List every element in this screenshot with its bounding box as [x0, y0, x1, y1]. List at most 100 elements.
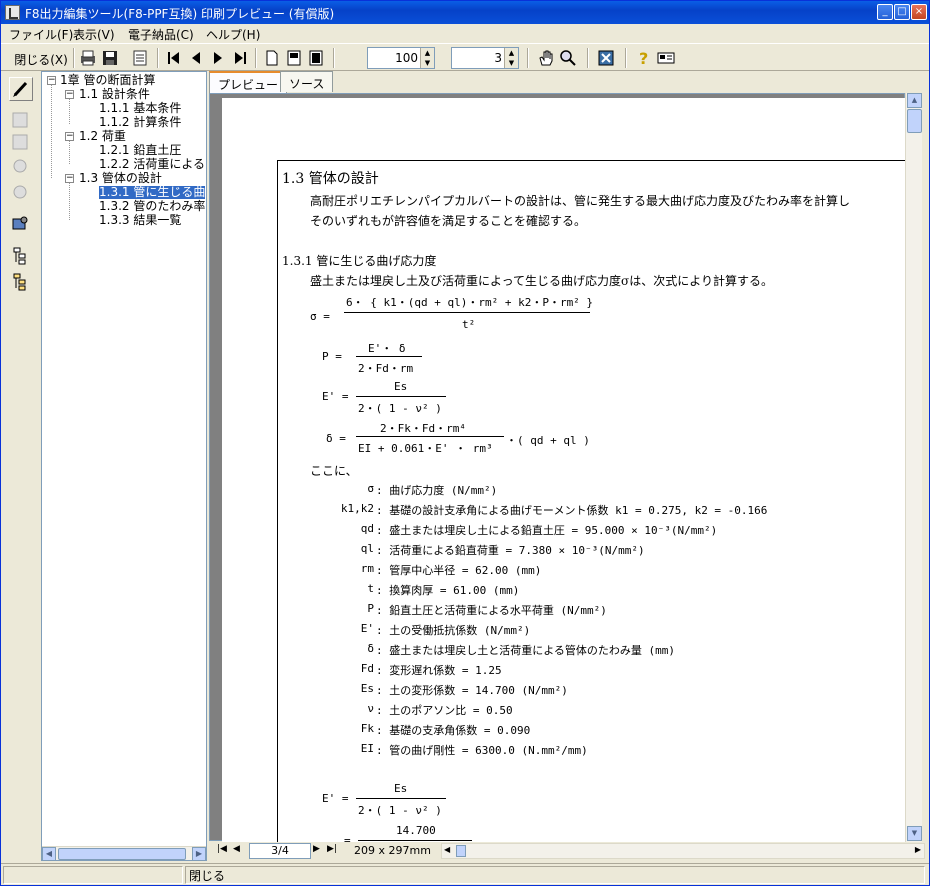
tree-item-1-1[interactable]: 1.1 設計条件 — [79, 88, 150, 101]
tool-icon — [13, 185, 27, 199]
tree-item-1-3-2[interactable]: 1.3.2 管のたわみ率 — [99, 200, 205, 213]
print-icon[interactable] — [79, 49, 97, 67]
help-icon[interactable]: ? — [635, 49, 653, 67]
scroll-thumb[interactable] — [456, 845, 466, 857]
minimize-button[interactable]: _ — [877, 4, 893, 20]
scroll-down-icon[interactable]: ▼ — [907, 826, 922, 841]
tool-button-disabled-1[interactable] — [9, 109, 33, 133]
first-page-nav-icon[interactable]: |◀ — [217, 844, 227, 854]
fraction-bar — [356, 798, 446, 799]
collapse-toggle-icon[interactable]: − — [47, 76, 56, 85]
tree-item-1-3-3[interactable]: 1.3.3 結果一覧 — [99, 214, 181, 227]
fraction-bar — [358, 840, 472, 841]
toolbar-separator — [73, 48, 75, 68]
tool-button-disabled-2[interactable] — [9, 131, 33, 155]
page-number-field[interactable]: 3/4 — [249, 843, 311, 859]
definition-text: : 盛土または埋戻し土による鉛直土圧 = 95.000 × 10⁻³(N/mm²… — [376, 524, 718, 537]
tree-view-button-1[interactable] — [9, 245, 33, 269]
tool-button-disabled-4[interactable] — [9, 181, 33, 205]
tab-preview[interactable]: プレビュー — [209, 71, 288, 93]
collapse-toggle-icon[interactable]: − — [65, 90, 74, 99]
first-page-icon[interactable] — [165, 49, 183, 67]
scroll-thumb[interactable] — [907, 109, 922, 133]
pages-value[interactable]: 3 — [494, 51, 502, 65]
spinner-arrows-icon[interactable]: ▲ ▼ — [420, 48, 434, 68]
menu-view[interactable]: 表示(V) — [73, 26, 115, 43]
previous-page-icon[interactable] — [187, 49, 205, 67]
main-window: F8出力編集ツール(F8-PPF互換) 印刷プレビュー (有償版) _ □ × … — [0, 0, 930, 886]
formula-delta-numerator: 2・Fk・Fd・rm⁴ — [380, 422, 466, 435]
spinner-arrows-icon[interactable]: ▲ ▼ — [504, 48, 518, 68]
zoom-spinner[interactable]: 100 ▲ ▼ — [367, 47, 435, 69]
collapse-toggle-icon[interactable]: − — [65, 174, 74, 183]
tree-item-1-3-1-selected[interactable]: 1.3.1 管に生じる曲 — [99, 186, 206, 199]
tab-source[interactable]: ソース — [280, 71, 334, 92]
menu-help[interactable]: ヘルプ(H) — [206, 26, 260, 43]
tree-item-1-1-2[interactable]: 1.1.2 計算条件 — [99, 116, 181, 129]
scroll-thumb[interactable] — [58, 848, 186, 860]
fit-width-icon[interactable] — [285, 49, 303, 67]
close-preview-button[interactable]: 閉じる(X) — [13, 47, 69, 69]
toolbar-separator — [333, 48, 335, 68]
definition-text: : 換算肉厚 = 61.00 (mm) — [376, 584, 520, 597]
status-cell-2 — [185, 866, 925, 884]
formula-p-numerator: E'・ δ — [368, 342, 406, 355]
save-icon[interactable] — [101, 49, 119, 67]
tree-view-button-2[interactable] — [9, 271, 33, 295]
zoom-value[interactable]: 100 — [395, 51, 418, 65]
toolbar-separator — [157, 48, 159, 68]
pages-spinner[interactable]: 3 ▲ ▼ — [451, 47, 519, 69]
formula-e2-value: 14.700 — [396, 824, 436, 837]
tree-item-1-3[interactable]: 1.3 管体の設計 — [79, 172, 162, 185]
definition-text: : 活荷重による鉛直荷重 = 7.380 × 10⁻³(N/mm²) — [376, 544, 645, 557]
preview-vertical-scrollbar[interactable]: ▲ ▼ — [905, 93, 922, 843]
scroll-right-icon[interactable]: ▶ — [915, 845, 921, 854]
tree-item-1-2[interactable]: 1.2 荷重 — [79, 130, 126, 143]
scroll-left-icon[interactable]: ◀ — [42, 847, 56, 861]
fraction-bar — [344, 312, 590, 313]
collapse-toggle-icon[interactable]: − — [65, 132, 74, 141]
preview-area[interactable]: 1.3 管体の設計 高耐圧ポリエチレンパイプカルバートの設計は、管に発生する最大… — [209, 93, 908, 850]
tool-button-5[interactable] — [9, 213, 33, 237]
edit-pen-button[interactable] — [9, 77, 33, 101]
hand-tool-icon[interactable] — [537, 49, 555, 67]
tree-item-1-1-1[interactable]: 1.1.1 基本条件 — [99, 102, 181, 115]
scroll-right-icon[interactable]: ▶ — [192, 847, 206, 861]
preview-horizontal-scrollbar[interactable]: ◀ ▶ — [441, 843, 925, 859]
tree-item-1-2-1[interactable]: 1.2.1 鉛直土圧 — [99, 144, 181, 157]
svg-text:?: ? — [639, 49, 648, 67]
tool-button-disabled-3[interactable] — [9, 155, 33, 179]
menu-electronic-delivery[interactable]: 電子納品(C) — [128, 26, 194, 43]
next-page-nav-icon[interactable]: ▶ — [313, 844, 320, 854]
last-page-icon[interactable] — [231, 49, 249, 67]
single-page-icon[interactable] — [263, 49, 281, 67]
page-paper: 1.3 管体の設計 高耐圧ポリエチレンパイプカルバートの設計は、管に発生する最大… — [222, 98, 908, 850]
section-heading: 1.3 管体の設計 — [282, 171, 379, 187]
outline-tree[interactable]: − 1章 管の断面計算 − 1.1 設計条件 1.1.1 基本条件 1.1.2 … — [41, 71, 207, 861]
status-cell-1 — [3, 866, 183, 884]
tree-item-chapter1[interactable]: 1章 管の断面計算 — [60, 74, 155, 87]
magnifier-icon[interactable] — [559, 49, 577, 67]
info-card-icon[interactable] — [657, 49, 675, 67]
maximize-button[interactable]: □ — [894, 4, 910, 20]
definition-symbol: P — [367, 602, 374, 615]
scroll-left-icon[interactable]: ◀ — [444, 845, 450, 854]
full-screen-icon[interactable] — [597, 49, 615, 67]
definition-symbol: ql — [360, 542, 374, 555]
wrench-icon — [12, 216, 28, 230]
tree-horizontal-scrollbar[interactable]: ◀ ▶ — [42, 846, 206, 861]
last-page-nav-icon[interactable]: ▶| — [327, 844, 337, 854]
prev-page-nav-icon[interactable]: ◀ — [233, 844, 240, 854]
next-page-icon[interactable] — [209, 49, 227, 67]
formula-delta-denominator: EI + 0.061・E' ・ rm³ — [358, 442, 493, 455]
fraction-bar — [356, 356, 422, 357]
fit-page-icon[interactable] — [307, 49, 325, 67]
close-window-button[interactable]: × — [911, 4, 927, 20]
definition-symbol: δ — [367, 642, 374, 655]
title-bar[interactable]: F8出力編集ツール(F8-PPF互換) 印刷プレビュー (有償版) _ □ × — [1, 1, 929, 24]
tree-item-1-2-2[interactable]: 1.2.2 活荷重による — [99, 158, 205, 171]
page-setup-icon[interactable] — [131, 49, 149, 67]
scroll-up-icon[interactable]: ▲ — [907, 93, 922, 108]
menu-file[interactable]: ファイル(F) — [9, 26, 73, 43]
definition-text: : 管厚中心半径 = 62.00 (mm) — [376, 564, 542, 577]
